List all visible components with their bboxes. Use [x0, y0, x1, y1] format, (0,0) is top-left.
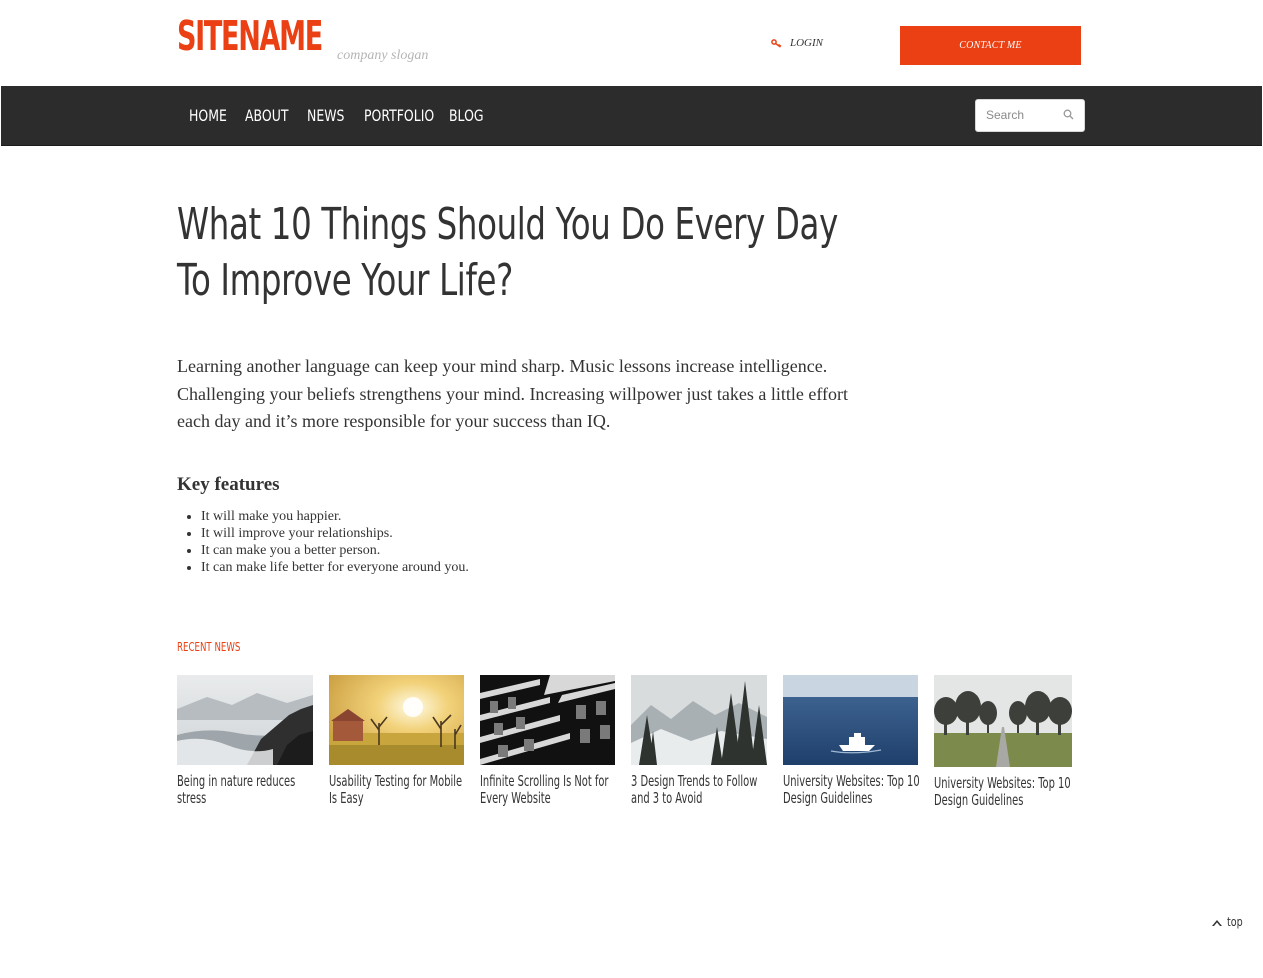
news-card[interactable]: Usability Testing for Mobile Is Easy: [329, 675, 464, 806]
news-caption[interactable]: Being in nature reduces stress: [177, 773, 316, 806]
contact-me-button[interactable]: CONTACT ME: [900, 26, 1081, 65]
site-logo[interactable]: SITENAME: [177, 13, 323, 59]
tree-lined-path-photo[interactable]: [934, 675, 1072, 767]
news-caption[interactable]: Usability Testing for Mobile Is Easy: [329, 773, 468, 806]
article-title: What 10 Things Should You Do Every Day T…: [177, 197, 838, 309]
news-caption[interactable]: University Websites: Top 10 Design Guide…: [783, 773, 922, 806]
main-navbar: HOME ABOUT NEWS PORTFOLIO BLOG: [1, 86, 1262, 146]
building-facade-photo[interactable]: [480, 675, 615, 765]
news-caption[interactable]: 3 Design Trends to Follow and 3 to Avoid: [631, 773, 770, 806]
nav-item-portfolio[interactable]: PORTFOLIO: [364, 106, 434, 125]
login-label: LOGIN: [790, 37, 824, 49]
caret-up-icon: [1212, 919, 1222, 926]
news-card[interactable]: 3 Design Trends to Follow and 3 to Avoid: [631, 675, 767, 806]
article-intro: Learning another language can keep your …: [177, 356, 849, 431]
site-header: SITENAME company slogan LOGIN CONTACT ME: [0, 0, 1263, 86]
back-to-top-label: top: [1227, 915, 1243, 929]
nav-item-news[interactable]: NEWS: [307, 106, 344, 125]
key-feature-item: It can make you a better person.: [201, 542, 469, 559]
news-card[interactable]: Being in nature reduces stress: [177, 675, 313, 806]
news-card[interactable]: Infinite Scrolling Is Not for Every Webs…: [480, 675, 615, 806]
company-slogan: company slogan: [337, 48, 429, 63]
search-input[interactable]: [976, 100, 1064, 129]
news-caption[interactable]: Infinite Scrolling Is Not for Every Webs…: [480, 773, 619, 806]
key-feature-item: It can make life better for everyone aro…: [201, 559, 469, 576]
key-features-list: It will make you happier. It will improv…: [177, 508, 469, 576]
boat-at-sea-photo[interactable]: [783, 675, 918, 765]
recent-news-heading: RECENT NEWS: [177, 640, 241, 654]
key-feature-item: It will make you happier.: [201, 508, 469, 525]
article-title-line-1: What 10 Things Should You Do Every Day: [177, 199, 838, 250]
key-feature-item: It will improve your relationships.: [201, 525, 469, 542]
key-icon: [771, 38, 782, 48]
nav-item-about[interactable]: ABOUT: [245, 106, 288, 125]
news-card[interactable]: University Websites: Top 10 Design Guide…: [934, 675, 1072, 808]
news-caption[interactable]: University Websites: Top 10 Design Guide…: [934, 775, 1073, 808]
search-icon[interactable]: [1063, 109, 1074, 120]
login-link[interactable]: LOGIN: [771, 37, 823, 49]
news-card[interactable]: University Websites: Top 10 Design Guide…: [783, 675, 920, 806]
key-features-heading: Key features: [177, 474, 280, 495]
search-box: [975, 99, 1085, 132]
nav-item-blog[interactable]: BLOG: [449, 106, 484, 125]
article-title-line-2: To Improve Your Life?: [177, 255, 513, 306]
nav-item-home[interactable]: HOME: [189, 106, 227, 125]
snowy-forest-photo[interactable]: [631, 675, 767, 765]
back-to-top-link[interactable]: top: [1212, 915, 1247, 929]
coastal-rocks-photo[interactable]: [177, 675, 313, 765]
sunrise-field-photo[interactable]: [329, 675, 464, 765]
